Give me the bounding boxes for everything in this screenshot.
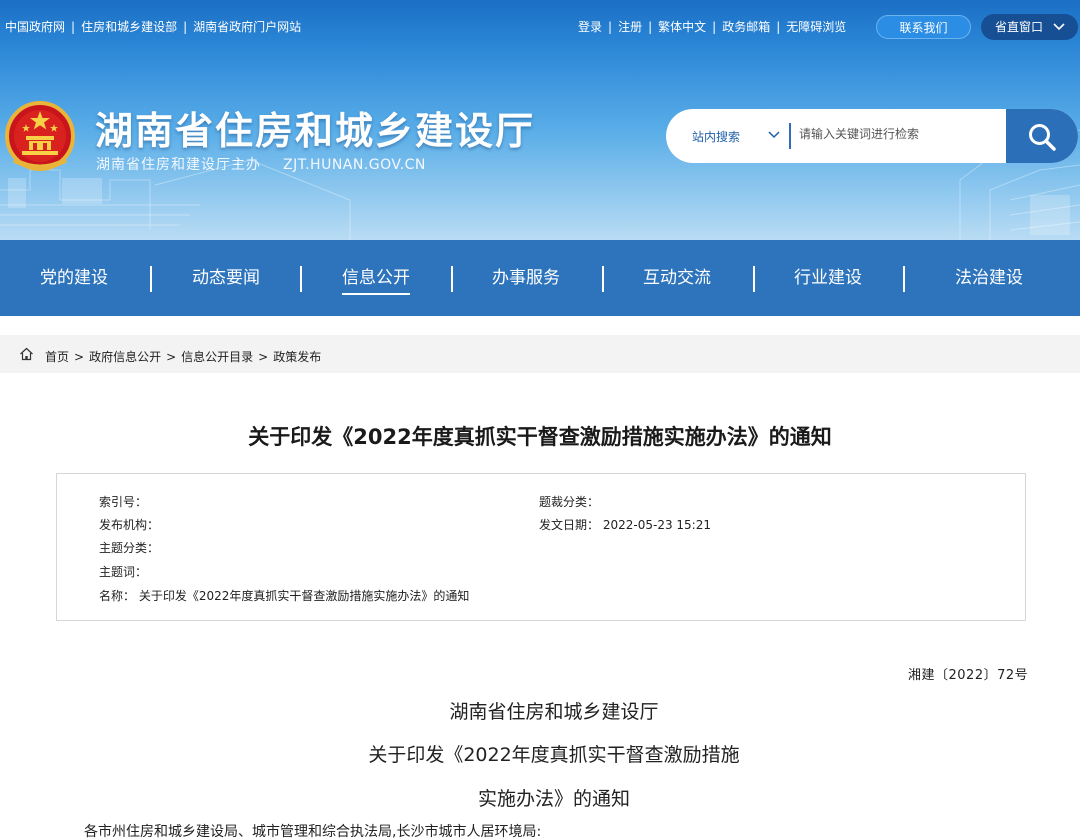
nav-industry[interactable]: 行业建设	[794, 240, 862, 316]
meta-topic: 主题分类：	[99, 539, 159, 556]
external-links: 中国政府网 | 住房和城乡建设部 | 湖南省政府门户网站	[5, 18, 301, 35]
document-recipients: 各市州住房和城乡建设局、城市管理和综合执法局,长沙市城市人居环境局:	[84, 824, 542, 840]
nav-separator	[903, 266, 905, 292]
chevron-down-icon	[1053, 23, 1065, 31]
separator: |	[712, 20, 717, 34]
site-sponsor: 湖南省住房和建设厅主办	[96, 157, 261, 173]
nav-separator	[451, 266, 453, 292]
provincial-window-label: 省直窗口	[995, 20, 1044, 34]
chevron-down-icon[interactable]	[768, 131, 780, 139]
article-title: 关于印发《2022年度真抓实干督查激励措施实施办法》的通知	[248, 425, 832, 449]
meta-value: 关于印发《2022年度真抓实干督查激励措施实施办法》的通知	[138, 589, 470, 603]
meta-name: 名称： 关于印发《2022年度真抓实干督查激励措施实施办法》的通知	[99, 587, 469, 604]
nav-rule-of-law[interactable]: 法治建设	[955, 240, 1023, 316]
nav-services[interactable]: 办事服务	[492, 240, 560, 316]
login-link[interactable]: 登录	[578, 20, 602, 34]
separator: |	[183, 20, 188, 34]
meta-label: 名称：	[99, 589, 136, 603]
home-icon	[20, 347, 33, 361]
search-scope-select[interactable]: 站内搜索	[692, 128, 740, 145]
site-domain: ZJT.HUNAN.GOV.CN	[283, 157, 426, 173]
nav-info-disclosure[interactable]: 信息公开	[342, 240, 410, 316]
breadcrumb-home[interactable]: 首页	[45, 350, 69, 364]
document-title-line1: 关于印发《2022年度真抓实干督查激励措施	[368, 744, 740, 766]
breadcrumb-gov-info[interactable]: 政府信息公开	[89, 350, 161, 364]
meta-label: 题裁分类：	[539, 495, 600, 509]
breadcrumb-separator: >	[74, 350, 85, 364]
nav-separator	[300, 266, 302, 292]
separator: |	[648, 20, 653, 34]
meta-genre: 题裁分类：	[539, 493, 599, 510]
meta-date: 发文日期： 2022-05-23 15:21	[539, 516, 711, 533]
separator: |	[71, 20, 76, 34]
separator: |	[608, 20, 613, 34]
meta-keywords: 主题词：	[99, 563, 147, 580]
meta-value: 2022-05-23 15:21	[602, 518, 711, 532]
site-subtitle: 湖南省住房和建设厅主办 ZJT.HUNAN.GOV.CN	[96, 154, 426, 174]
breadcrumb-separator: >	[258, 350, 269, 364]
meta-label: 主题分类：	[99, 541, 160, 555]
breadcrumb-separator: >	[166, 350, 177, 364]
search-icon	[1029, 124, 1056, 151]
nav-party-building[interactable]: 党的建设	[40, 240, 108, 316]
breadcrumb-info-catalog[interactable]: 信息公开目录	[181, 350, 253, 364]
link-gov-cn[interactable]: 中国政府网	[5, 20, 65, 34]
national-emblem-icon	[5, 101, 75, 171]
register-link[interactable]: 注册	[618, 20, 642, 34]
document-number: 湘建〔2022〕72号	[908, 668, 1029, 683]
nav-separator	[602, 266, 604, 292]
site-header: 中国政府网 | 住房和城乡建设部 | 湖南省政府门户网站 登录 | 注册 | 繁体中文 | 政务邮箱…	[0, 0, 1080, 240]
search-box: 站内搜索	[666, 109, 1078, 163]
meta-label: 索引号：	[99, 495, 148, 509]
top-bar: 中国政府网 | 住房和城乡建设部 | 湖南省政府门户网站 登录 | 注册 | 繁体中文 | 政务邮箱…	[0, 0, 1080, 50]
separator: |	[776, 20, 781, 34]
nav-separator	[150, 266, 152, 292]
meta-label: 发文日期：	[539, 518, 600, 532]
site-title: 湖南省住房和城乡建设厅	[95, 109, 536, 153]
breadcrumb: 首页 > 政府信息公开 > 信息公开目录 > 政策发布	[45, 348, 321, 365]
document-issuer: 湖南省住房和城乡建设厅	[449, 701, 659, 723]
main-nav: 党的建设 动态要闻 信息公开 办事服务 互动交流 行业建设 法治建设	[0, 240, 1080, 316]
search-divider	[789, 123, 791, 149]
breadcrumb-policy[interactable]: 政策发布	[273, 350, 321, 364]
gov-mail-link[interactable]: 政务邮箱	[722, 20, 770, 34]
link-hunan-gov[interactable]: 湖南省政府门户网站	[193, 20, 301, 34]
user-links: 登录 | 注册 | 繁体中文 | 政务邮箱 | 无障碍浏览	[578, 18, 846, 35]
meta-issuer: 发布机构：	[99, 516, 159, 533]
nav-separator	[753, 266, 755, 292]
meta-index-no: 索引号：	[99, 493, 147, 510]
nav-interaction[interactable]: 互动交流	[643, 240, 711, 316]
traditional-chinese-link[interactable]: 繁体中文	[658, 20, 706, 34]
meta-label: 主题词：	[99, 565, 148, 579]
link-mohurd[interactable]: 住房和城乡建设部	[81, 20, 177, 34]
search-button[interactable]	[1006, 109, 1078, 163]
meta-label: 发布机构：	[99, 518, 160, 532]
document-title-line2: 实施办法》的通知	[477, 788, 630, 810]
search-input[interactable]	[799, 121, 999, 147]
nav-news[interactable]: 动态要闻	[192, 240, 260, 316]
contact-us-button[interactable]: 联系我们	[876, 15, 971, 39]
provincial-window-dropdown[interactable]: 省直窗口	[981, 14, 1078, 40]
accessibility-link[interactable]: 无障碍浏览	[786, 20, 846, 34]
